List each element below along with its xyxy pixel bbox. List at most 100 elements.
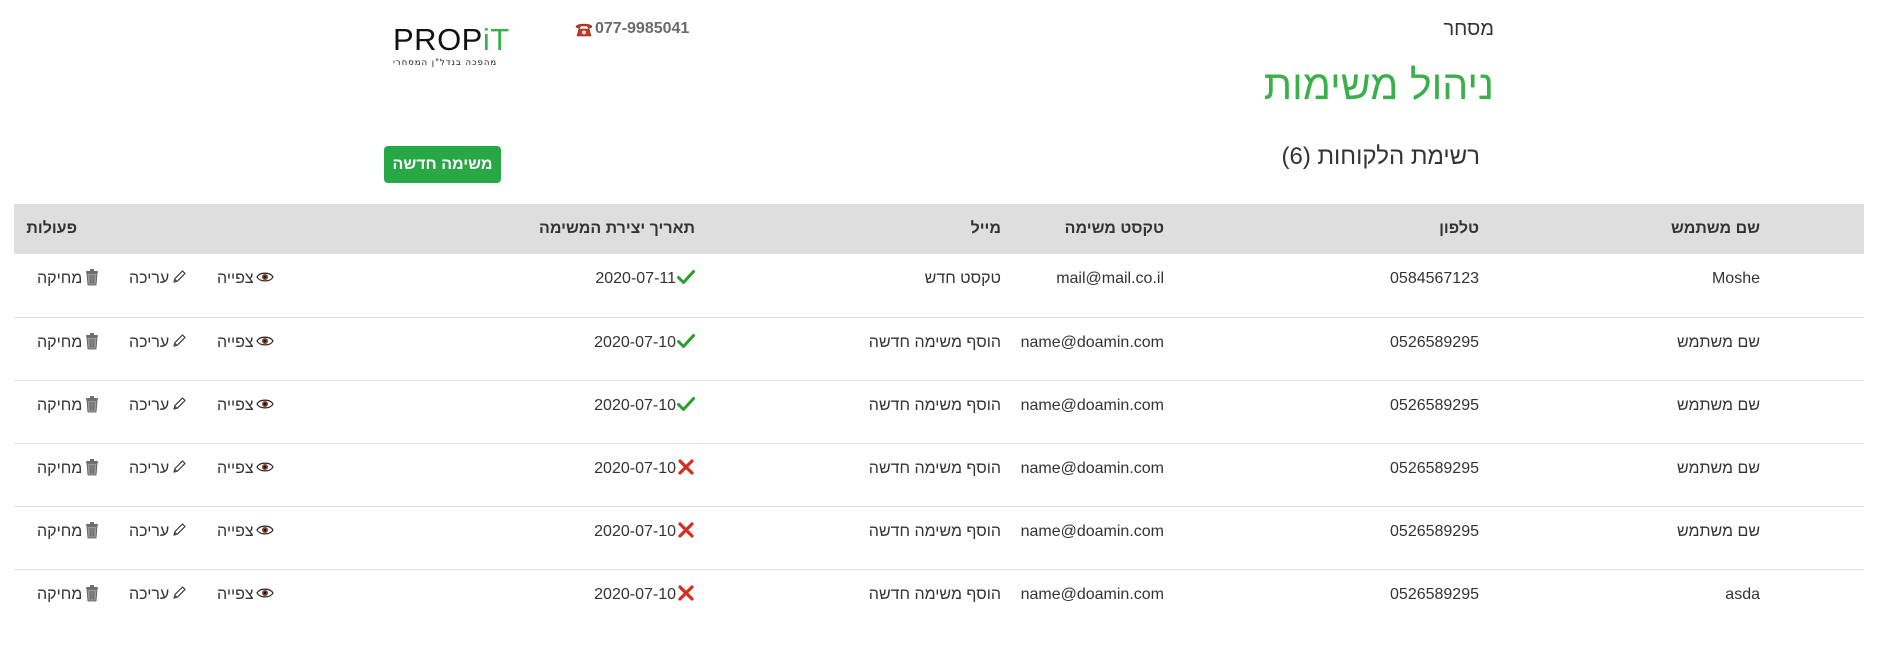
edit-label: עריכה [129, 397, 170, 414]
table-row: שם משתמש 0526589295 name@doamin.com הוסף מש… [14, 380, 1864, 443]
edit-label: עריכה [129, 270, 170, 287]
cell-created: 2020-07-10 [594, 507, 695, 557]
delete-label: מחיקה [37, 523, 83, 540]
pencil-icon [171, 459, 187, 480]
trash-icon [84, 332, 100, 355]
view-action[interactable]: צפייה [217, 318, 274, 368]
pencil-icon [171, 333, 187, 354]
delete-action[interactable]: מחיקה [37, 444, 100, 494]
cell-mail: הוסף משימה חדשה [868, 460, 1001, 477]
edit-action[interactable]: עריכה [129, 254, 187, 304]
check-icon [677, 333, 695, 354]
trash-icon [84, 521, 100, 544]
pencil-icon [171, 522, 187, 543]
header-phone[interactable]: 077-9985041 [575, 20, 689, 38]
view-label: צפייה [217, 397, 254, 414]
cell-user: שם משתמש [1676, 334, 1760, 351]
cell-mail: הוסף משימה חדשה [868, 334, 1001, 351]
col-header-user[interactable]: שם משתמש [1671, 204, 1760, 254]
delete-action[interactable]: מחיקה [37, 570, 100, 620]
cell-created: 2020-07-10 [594, 444, 695, 494]
telephone-icon [575, 22, 593, 37]
col-header-task-text[interactable]: טקסט משימה [1065, 204, 1164, 254]
cell-mail: הוסף משימה חדשה [868, 397, 1001, 414]
pencil-icon [171, 585, 187, 606]
delete-label: מחיקה [37, 460, 83, 477]
delete-label: מחיקה [37, 586, 83, 603]
edit-label: עריכה [129, 523, 170, 540]
view-label: צפייה [217, 586, 254, 603]
cell-created: 2020-07-11 [595, 254, 695, 304]
created-date: 2020-07-10 [594, 460, 676, 477]
eye-icon [255, 270, 274, 288]
cell-phone: 0526589295 [1390, 586, 1479, 603]
view-action[interactable]: צפייה [217, 254, 274, 304]
view-label: צפייה [217, 460, 254, 477]
cell-task-text: name@doamin.com [1020, 460, 1164, 477]
trash-icon [84, 458, 100, 481]
cell-task-text: mail@mail.co.il [1056, 270, 1164, 287]
delete-action[interactable]: מחיקה [37, 507, 100, 557]
cell-mail: הוסף משימה חדשה [868, 586, 1001, 603]
logo-word-green: iT [482, 22, 510, 57]
cell-task-text: name@doamin.com [1020, 523, 1164, 540]
check-icon [677, 396, 695, 417]
logo-word-dark: PROP [393, 22, 483, 57]
cell-created: 2020-07-10 [594, 381, 695, 431]
delete-label: מחיקה [37, 270, 83, 287]
table-row: שם משתמש 0526589295 name@doamin.com הוסף מש… [14, 317, 1864, 380]
new-task-button[interactable]: משימה חדשה [384, 146, 501, 183]
edit-label: עריכה [129, 334, 170, 351]
logo-wordmark: PROPiT [393, 24, 528, 55]
x-icon [677, 584, 695, 607]
trash-icon [84, 584, 100, 607]
check-icon [677, 269, 695, 290]
created-date: 2020-07-10 [594, 523, 676, 540]
view-label: צפייה [217, 334, 254, 351]
tasks-table: שם משתמש טלפון טקסט משימה מייל תאריך יצי… [14, 204, 1864, 632]
delete-action[interactable]: מחיקה [37, 381, 100, 431]
cell-phone: 0526589295 [1390, 397, 1479, 414]
edit-action[interactable]: עריכה [129, 570, 187, 620]
col-header-phone[interactable]: טלפון [1439, 204, 1479, 254]
delete-action[interactable]: מחיקה [37, 318, 100, 368]
x-icon [677, 521, 695, 544]
trash-icon [84, 268, 100, 291]
nav-link-trade[interactable]: מסחר [1400, 18, 1494, 41]
view-label: צפייה [217, 270, 254, 287]
edit-label: עריכה [129, 586, 170, 603]
view-action[interactable]: צפייה [217, 570, 274, 620]
col-header-created[interactable]: תאריך יצירת המשימה [539, 204, 695, 254]
eye-icon [255, 586, 274, 604]
cell-mail: טקסט חדש [924, 270, 1001, 287]
cell-task-text: name@doamin.com [1020, 397, 1164, 414]
edit-action[interactable]: עריכה [129, 444, 187, 494]
cell-phone: 0526589295 [1390, 523, 1479, 540]
delete-label: מחיקה [37, 397, 83, 414]
cell-created: 2020-07-10 [594, 318, 695, 368]
delete-action[interactable]: מחיקה [37, 254, 100, 304]
cell-user: שם משתמש [1676, 523, 1760, 540]
edit-action[interactable]: עריכה [129, 381, 187, 431]
view-action[interactable]: צפייה [217, 444, 274, 494]
page: PROPiT מהפכה בנדל"ן המסחרי 077-9985041 מ… [0, 0, 1877, 651]
x-icon [677, 458, 695, 481]
propit-logo[interactable]: PROPiT מהפכה בנדל"ן המסחרי [393, 24, 528, 68]
view-action[interactable]: צפייה [217, 381, 274, 431]
created-date: 2020-07-10 [594, 397, 676, 414]
edit-action[interactable]: עריכה [129, 507, 187, 557]
cell-phone: 0584567123 [1390, 270, 1479, 287]
view-action[interactable]: צפייה [217, 507, 274, 557]
eye-icon [255, 523, 274, 541]
col-header-mail[interactable]: מייל [971, 204, 1001, 254]
cell-user: שם משתמש [1676, 397, 1760, 414]
created-date: 2020-07-11 [595, 270, 676, 287]
col-header-actions: פעולות [26, 220, 77, 237]
edit-label: עריכה [129, 460, 170, 477]
edit-action[interactable]: עריכה [129, 318, 187, 368]
cell-created: 2020-07-10 [594, 570, 695, 620]
table-row: Moshe 0584567123 mail@mail.co.il טקסט חדש 20… [14, 254, 1864, 317]
cell-phone: 0526589295 [1390, 334, 1479, 351]
cell-user: Moshe [1711, 270, 1760, 287]
table-header-row: שם משתמש טלפון טקסט משימה מייל תאריך יצי… [14, 204, 1864, 254]
